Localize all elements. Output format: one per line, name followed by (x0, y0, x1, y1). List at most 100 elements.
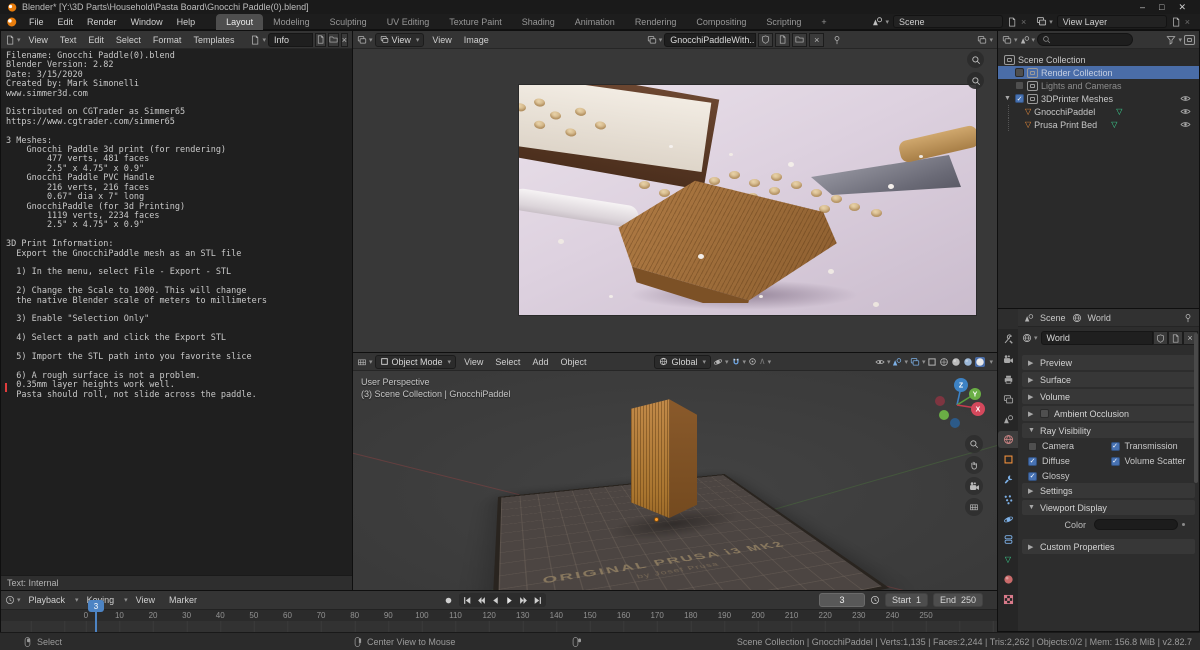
tab-object-icon[interactable] (998, 451, 1018, 468)
tab-view-layer-icon[interactable] (998, 391, 1018, 408)
panel-ambient-occlusion[interactable]: ▶ Ambient Occlusion (1022, 406, 1195, 421)
shading-rendered-icon[interactable] (975, 356, 986, 367)
panel-surface[interactable]: ▶ Surface (1022, 372, 1195, 387)
view-layer-new-icon[interactable] (1171, 17, 1181, 27)
text-browse-icon[interactable]: ▾ (250, 35, 266, 45)
filter-icon[interactable]: ▾ (1166, 35, 1182, 45)
panel-preview[interactable]: ▶ Preview (1022, 355, 1195, 370)
menu-item[interactable]: Format (147, 35, 188, 45)
world-new-icon[interactable] (1167, 331, 1183, 345)
menu-item[interactable]: File (22, 14, 51, 30)
viewport-canvas[interactable]: ORIGINAL PRUSA i3 MK2 by Josef Prusa Use… (353, 371, 997, 590)
image-mode-dropdown[interactable]: View ▾ (374, 32, 425, 47)
tab-layout[interactable]: Layout (216, 13, 264, 30)
tab-rendering[interactable]: Rendering (625, 14, 687, 30)
image-fake-user-icon[interactable] (758, 32, 774, 47)
disclosure-icon[interactable]: ▼ (1004, 95, 1012, 102)
blender-menu-icon[interactable] (4, 16, 18, 28)
menu-item[interactable]: Window (124, 14, 170, 30)
jump-to-end-button[interactable] (531, 594, 544, 606)
breadcrumb-scene-icon[interactable] (1024, 313, 1034, 323)
tab-texture-icon[interactable] (998, 591, 1018, 608)
tab-world-icon[interactable] (998, 431, 1018, 448)
tab-material-icon[interactable] (998, 571, 1018, 588)
current-frame-field[interactable]: 3 (819, 593, 865, 607)
editor-type-icon[interactable]: ▾ (357, 357, 373, 367)
panel-ray-visibility[interactable]: ▼ Ray Visibility (1022, 423, 1195, 438)
row-prusa-print-bed[interactable]: ▽ Prusa Print Bed ▽ (998, 118, 1199, 131)
scene-selector[interactable]: Scene (892, 15, 1003, 28)
viewport-camera-icon[interactable] (965, 477, 983, 495)
animate-dot-icon[interactable] (1182, 523, 1185, 526)
display-mode-icon[interactable]: ▾ (1020, 35, 1035, 45)
playback-menu[interactable]: Playback (23, 595, 72, 605)
next-keyframe-button[interactable] (517, 594, 530, 606)
panel-custom-properties[interactable]: ▶ Custom Properties (1022, 539, 1195, 554)
overlays-dropdown-icon[interactable]: ▾ (910, 357, 925, 367)
scene-new-icon[interactable] (1007, 17, 1017, 27)
exclude-checkbox[interactable] (1015, 81, 1024, 90)
row-3dprinter-meshes[interactable]: ▼ 3DPrinter Meshes (998, 92, 1199, 105)
add-workspace-button[interactable]: + (811, 14, 836, 30)
text-open-icon[interactable] (327, 32, 339, 47)
snap-magnet-icon[interactable]: ▾ (731, 357, 746, 367)
image-unlink-icon[interactable]: × (809, 32, 825, 47)
tab-shading[interactable]: Shading (512, 14, 565, 30)
menu-item[interactable]: Edit (82, 35, 110, 45)
eye-icon[interactable] (1180, 119, 1191, 130)
orientation-dropdown[interactable]: Global ▾ (654, 354, 711, 369)
menu-item[interactable]: Add (526, 357, 554, 367)
gnocchi-paddle-object[interactable] (631, 398, 697, 518)
shading-solid-icon[interactable] (951, 357, 961, 367)
panel-settings[interactable]: ▶ Settings (1022, 483, 1195, 498)
world-datablock-field[interactable]: World (1040, 331, 1153, 345)
menu-item[interactable]: Edit (51, 14, 81, 30)
ray-volume-scatter[interactable]: Volume Scatter (1110, 456, 1194, 466)
proportional-editing-icon[interactable] (748, 357, 757, 366)
auto-key-record-icon[interactable] (442, 594, 455, 606)
menu-item[interactable]: Text (54, 35, 83, 45)
zoom-out-icon[interactable] (967, 72, 984, 89)
ray-glossy[interactable]: Glossy (1028, 471, 1111, 481)
panel-viewport-display[interactable]: ▼ Viewport Display (1022, 500, 1195, 515)
menu-item[interactable]: Help (170, 14, 203, 30)
image-channels-icon[interactable]: ▾ (977, 35, 993, 45)
tab-animation[interactable]: Animation (565, 14, 625, 30)
viewport-ortho-toggle-icon[interactable] (965, 498, 983, 516)
exclude-checkbox[interactable] (1015, 94, 1024, 103)
image-new-icon[interactable] (775, 32, 791, 47)
prev-keyframe-button[interactable] (475, 594, 488, 606)
eye-icon[interactable] (1180, 93, 1191, 104)
menu-item[interactable]: View (426, 35, 457, 45)
text-content[interactable]: Filename: Gnocchi Paddle(0).blend Blende… (6, 51, 267, 400)
start-frame-field[interactable]: Start 1 (885, 593, 929, 607)
view-layer-browse-icon[interactable]: ▾ (1036, 16, 1053, 27)
maximize-button[interactable]: □ (1159, 2, 1164, 12)
editor-type-icon[interactable]: ▾ (5, 595, 21, 605)
view-layer-selector[interactable]: View Layer (1056, 15, 1167, 28)
world-fake-user-icon[interactable] (1152, 331, 1168, 345)
image-browse-icon[interactable]: ▾ (647, 35, 662, 45)
menu-item[interactable]: Templates (187, 35, 240, 45)
visibility-dropdown-icon[interactable]: ▾ (875, 357, 890, 367)
text-datablock-field[interactable]: Info (267, 32, 313, 47)
row-gnocchipaddel[interactable]: ▽ GnocchiPaddel ▽ (998, 105, 1199, 118)
tab-modeling[interactable]: Modeling (263, 14, 320, 30)
ao-checkbox[interactable] (1040, 409, 1049, 418)
mode-dropdown[interactable]: Object Mode ▾ (374, 354, 457, 369)
menu-item[interactable]: View (23, 35, 54, 45)
falloff-icon[interactable]: ∧ ▾ (759, 356, 771, 367)
image-open-icon[interactable] (792, 32, 808, 47)
menu-item[interactable]: View (458, 357, 489, 367)
snap-target-icon[interactable]: ▾ (713, 357, 729, 367)
tab-scripting[interactable]: Scripting (756, 14, 811, 30)
pin-icon[interactable] (1183, 313, 1193, 323)
tab-tool-icon[interactable] (998, 331, 1018, 348)
shading-wireframe-icon[interactable] (939, 357, 949, 367)
tab-physics-icon[interactable] (998, 511, 1018, 528)
tab-particles-icon[interactable] (998, 491, 1018, 508)
row-scene-collection[interactable]: Scene Collection (998, 53, 1199, 66)
rendered-image[interactable] (519, 85, 976, 315)
ray-diffuse[interactable]: Diffuse (1028, 456, 1111, 466)
menu-item[interactable]: Select (489, 357, 526, 367)
